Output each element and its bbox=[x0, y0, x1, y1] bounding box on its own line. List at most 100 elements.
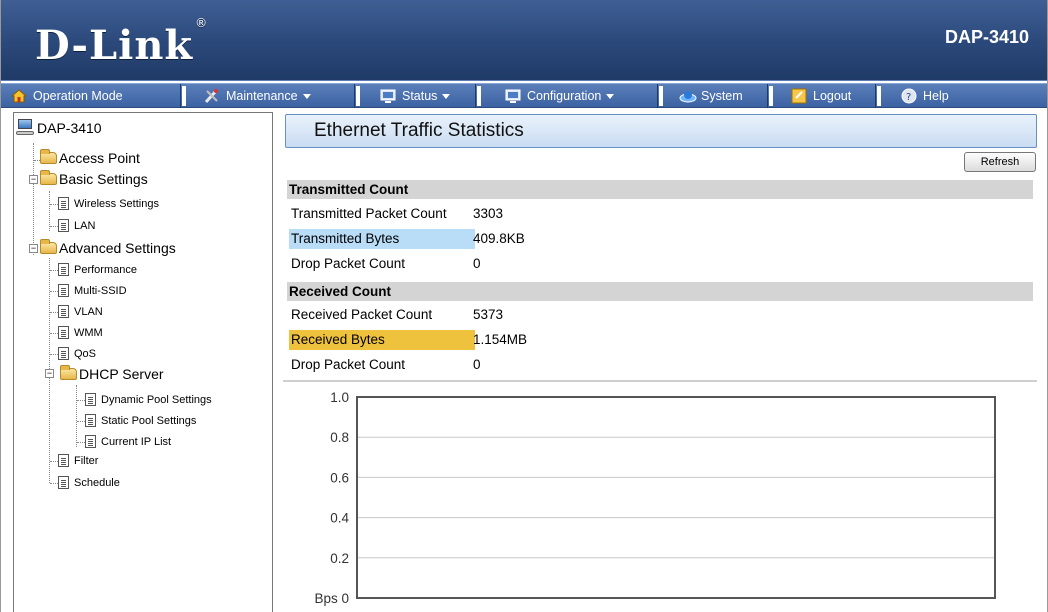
tree-connector bbox=[50, 291, 58, 292]
chart-y-tick-label: 0.2 bbox=[330, 551, 349, 566]
tree-root-device[interactable]: DAP-3410 bbox=[16, 119, 102, 137]
computer-icon bbox=[16, 119, 34, 137]
page-icon bbox=[85, 393, 96, 406]
menu-logout[interactable]: Logout bbox=[773, 84, 876, 108]
help-icon: ? bbox=[901, 88, 917, 104]
page-icon bbox=[85, 414, 96, 427]
menu-operation-mode[interactable]: Operation Mode bbox=[1, 84, 181, 108]
device-model: DAP-3410 bbox=[944, 27, 1029, 47]
received-bytes-label: Received Bytes bbox=[289, 330, 475, 350]
folder-icon bbox=[40, 149, 57, 164]
tree-connector bbox=[50, 461, 58, 462]
transmitted-bytes-label: Transmitted Bytes bbox=[289, 229, 475, 249]
navigation-tree: DAP-3410 Access Point − Basic Settings W… bbox=[13, 112, 273, 612]
transmitted-section-heading: Transmitted Count bbox=[287, 180, 1033, 199]
menu-bar: Operation Mode Maintenance Status Config… bbox=[1, 83, 1047, 108]
chart-y-tick-label: 1.0 bbox=[330, 390, 349, 405]
tree-connector bbox=[76, 385, 77, 447]
received-section-heading: Received Count bbox=[287, 282, 1033, 301]
tree-connector bbox=[49, 191, 50, 231]
page-icon bbox=[58, 263, 69, 276]
page-icon bbox=[58, 284, 69, 297]
chart-y-tick-label: 0.8 bbox=[330, 430, 349, 445]
tree-qos[interactable]: QoS bbox=[58, 347, 96, 360]
section-divider bbox=[283, 380, 1037, 382]
tree-wmm[interactable]: WMM bbox=[58, 326, 103, 339]
tree-connector bbox=[50, 270, 58, 271]
folder-icon bbox=[40, 239, 57, 254]
tree-current-ip-list[interactable]: Current IP List bbox=[85, 435, 171, 448]
received-packet-label: Received Packet Count bbox=[291, 307, 433, 322]
tree-connector bbox=[50, 226, 58, 227]
transmitted-packet-label: Transmitted Packet Count bbox=[291, 206, 447, 221]
tree-connector bbox=[50, 333, 58, 334]
chevron-down-icon bbox=[606, 93, 615, 99]
page-icon bbox=[58, 476, 69, 489]
folder-icon bbox=[40, 170, 57, 185]
chevron-down-icon bbox=[442, 93, 451, 99]
page-icon bbox=[58, 305, 69, 318]
menu-status[interactable]: Status bbox=[360, 84, 476, 108]
collapse-advanced-settings-icon[interactable]: − bbox=[29, 244, 38, 253]
tree-connector bbox=[50, 312, 58, 313]
tree-advanced-settings[interactable]: Advanced Settings bbox=[40, 239, 176, 256]
menu-system[interactable]: System bbox=[663, 84, 768, 108]
tree-connector bbox=[77, 421, 85, 422]
tree-dynamic-pool-settings[interactable]: Dynamic Pool Settings bbox=[85, 393, 212, 406]
tree-access-point[interactable]: Access Point bbox=[40, 149, 140, 166]
tree-schedule[interactable]: Schedule bbox=[58, 476, 120, 489]
app-window: D-Link ® DAP-3410 Operation Mode Maintena… bbox=[0, 0, 1048, 612]
page-icon bbox=[58, 326, 69, 339]
received-packet-value: 5373 bbox=[473, 307, 504, 322]
page-icon bbox=[58, 347, 69, 360]
tree-dhcp-server[interactable]: DHCP Server bbox=[60, 365, 164, 382]
tree-connector bbox=[50, 483, 58, 484]
tree-connector bbox=[50, 204, 58, 205]
page-title-bar: Ethernet Traffic Statistics bbox=[285, 114, 1037, 148]
page-icon bbox=[58, 454, 69, 467]
dlink-logo: D-Link ® bbox=[35, 15, 209, 69]
tree-lan[interactable]: LAN bbox=[58, 219, 95, 232]
chart-plot-frame bbox=[356, 396, 996, 599]
page-icon bbox=[58, 197, 69, 210]
tree-static-pool-settings[interactable]: Static Pool Settings bbox=[85, 414, 196, 427]
logout-icon bbox=[791, 88, 807, 104]
monitor-icon bbox=[505, 88, 521, 104]
svg-text:?: ? bbox=[906, 92, 911, 103]
chart-y-tick-label: Bps 0 bbox=[314, 591, 349, 606]
tree-basic-settings[interactable]: Basic Settings bbox=[40, 170, 148, 187]
globe-icon bbox=[679, 88, 697, 104]
menu-maintenance[interactable]: Maintenance bbox=[186, 84, 355, 108]
tree-multi-ssid[interactable]: Multi-SSID bbox=[58, 284, 127, 297]
chart-grid bbox=[357, 396, 995, 599]
page-icon bbox=[85, 435, 96, 448]
home-icon bbox=[10, 88, 28, 104]
transmitted-packet-value: 3303 bbox=[473, 206, 504, 221]
tree-connector bbox=[77, 442, 85, 443]
monitor-icon bbox=[380, 88, 396, 104]
transmitted-drop-label: Drop Packet Count bbox=[291, 256, 406, 271]
tree-vlan[interactable]: VLAN bbox=[58, 305, 103, 318]
tree-wireless-settings[interactable]: Wireless Settings bbox=[58, 197, 159, 210]
chart-y-ticks: Bps 0 0.2 0.4 0.6 0.8 1.0 bbox=[314, 390, 349, 606]
chevron-down-icon bbox=[302, 93, 311, 99]
tree-connector bbox=[77, 400, 85, 401]
collapse-dhcp-server-icon[interactable]: − bbox=[45, 369, 54, 378]
transmitted-bytes-value: 409.8KB bbox=[473, 231, 525, 246]
traffic-chart: Bps 0 0.2 0.4 0.6 0.8 1.0 bbox=[314, 390, 996, 606]
received-drop-label: Drop Packet Count bbox=[291, 357, 406, 372]
menu-configuration[interactable]: Configuration bbox=[481, 84, 658, 108]
tree-performance[interactable]: Performance bbox=[58, 263, 137, 276]
page-title: Ethernet Traffic Statistics bbox=[314, 120, 524, 141]
chart-y-tick-label: 0.4 bbox=[330, 511, 349, 526]
tree-connector bbox=[50, 354, 58, 355]
main-panel: Ethernet Traffic Statistics Refresh Tran… bbox=[283, 112, 1037, 612]
header-banner: D-Link ® DAP-3410 bbox=[1, 0, 1047, 81]
tree-filter[interactable]: Filter bbox=[58, 454, 98, 467]
tools-icon bbox=[204, 88, 220, 104]
collapse-basic-settings-icon[interactable]: − bbox=[29, 175, 38, 184]
menu-help[interactable]: ? Help bbox=[881, 84, 1047, 108]
received-drop-value: 0 bbox=[473, 357, 481, 372]
refresh-button[interactable]: Refresh bbox=[964, 152, 1036, 172]
chart-y-tick-label: 0.6 bbox=[330, 470, 349, 485]
